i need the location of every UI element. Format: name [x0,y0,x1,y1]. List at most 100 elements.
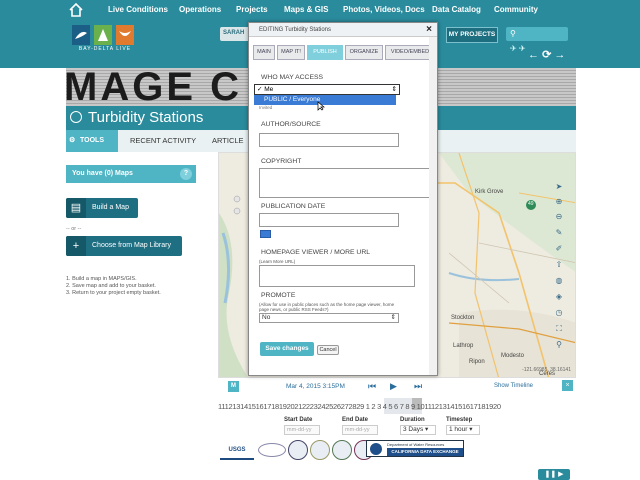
map-label: Stockton [451,315,475,321]
promote-value: No [262,314,271,321]
back-arrow-icon[interactable]: ← [528,49,539,61]
clock-icon[interactable]: ◷ [552,306,566,319]
home-icon[interactable] [68,2,84,18]
header-icons: ← ⟳ → [528,48,565,61]
globe-icon[interactable]: ◍ [552,274,566,287]
nav-live-conditions[interactable]: Live Conditions [108,5,168,14]
search-icon: ⚲ [510,29,516,38]
highway-shield: 49 [528,201,534,207]
calendar-icon[interactable] [260,230,271,238]
chevron-down-icon: ▾ [425,426,429,433]
publication-date-input[interactable] [259,213,399,227]
film-icon: ▤ [66,198,86,218]
playback-button[interactable]: ❚❚ ▶ [538,469,570,480]
map-label: Lathrop [453,343,474,349]
step-3: 3. Return to your project empty basket. [66,290,161,296]
agency-logo[interactable] [258,443,286,457]
dialog-tab-organize[interactable]: ORGANIZE [345,45,383,60]
forward-arrow-icon[interactable]: → [554,49,565,61]
layers-icon[interactable]: ◈ [552,290,566,303]
zoom-in-icon[interactable]: ⊕ [552,195,566,208]
choose-map-label: Choose from Map Library [92,242,171,249]
end-date-input[interactable]: mm-dd-yy [342,425,378,435]
duration-select[interactable]: 3 Days ▾ [400,425,436,435]
map-coordinates: -121.66985, 38.16141 [522,367,571,373]
page-title: Turbidity Stations [88,109,204,126]
start-date-input[interactable]: mm-dd-yy [284,425,320,435]
homepage-url-textarea[interactable] [259,265,415,287]
close-icon[interactable]: × [426,24,432,35]
pointer-icon[interactable]: ➤ [552,180,566,193]
nav-maps-gis[interactable]: Maps & GIS [284,5,328,14]
pause-icon: ❚❚ [544,471,557,478]
tab-article[interactable]: ARTICLE [212,130,244,152]
cdec-logo[interactable]: Department of Water Resources CALIFORNIA… [366,440,464,462]
skip-back-icon[interactable]: ⏮ [368,381,376,392]
usgs-logo[interactable]: USGS [220,440,254,460]
edit-icon[interactable]: ✐ [552,242,566,255]
nav-operations[interactable]: Operations [179,5,221,14]
map-label: Ripon [469,359,485,365]
tab-tools[interactable]: ⚙ TOOLS [66,130,118,152]
play-icon[interactable]: ▶ [390,381,397,392]
show-timeline-link[interactable]: Show Timeline [494,383,533,389]
tab-recent-activity[interactable]: RECENT ACTIVITY [130,130,196,152]
nav-data-catalog[interactable]: Data Catalog [432,5,481,14]
edit-dialog: EDITING Turbidity Stations × MAIN MAP IT… [248,22,438,376]
seal-logo[interactable] [310,440,330,460]
help-icon[interactable]: ? [180,168,192,180]
refresh-icon[interactable]: ⟳ [542,49,551,61]
promote-label: PROMOTE [261,292,296,299]
fullscreen-icon[interactable]: ⛶ [552,322,566,335]
timeline-ticks[interactable]: 11121314151617181920212223242526272829 1… [218,402,572,414]
timeline-mode-button[interactable]: M [228,381,239,392]
choose-map-library-button[interactable]: + Choose from Map Library [66,236,182,256]
access-select[interactable]: ✓ Me ⇕ [254,84,400,95]
skip-forward-icon[interactable]: ⏭ [414,381,422,392]
timestep-select[interactable]: 1 hour ▾ [446,425,480,435]
nav-photos-videos-docs[interactable]: Photos, Videos, Docs [343,5,425,14]
dialog-tab-main[interactable]: MAIN [253,45,275,60]
dialog-tab-publish[interactable]: PUBLISH [307,45,343,60]
site-logo[interactable]: BAY-DELTA LIVE [72,25,138,53]
pencil-icon[interactable]: ✎ [552,226,566,239]
logo-text: BAY-DELTA LIVE [78,46,132,52]
duration-label: Duration [400,417,425,423]
user-name[interactable]: SARAH [220,27,250,41]
upload-icon[interactable]: ⇧ [552,258,566,271]
learn-more-hint: (Learn More URL) [259,259,296,264]
dialog-tab-map-it[interactable]: MAP IT! [277,45,305,60]
dialog-scrollbar[interactable] [429,37,437,375]
zoom-out-icon[interactable]: ⊖ [552,210,566,223]
timeline-date: Mar 4, 2015 3:15PM [286,383,345,390]
play-icon: ▶ [558,471,564,478]
access-option-invited[interactable]: Invited [259,105,272,110]
maps-count: You have (0) Maps [72,170,133,177]
bird-decoration-icon: ✈ ✈ [510,44,526,53]
nav-projects[interactable]: Projects [236,5,268,14]
chevron-down-icon: ▾ [469,426,473,433]
save-changes-button[interactable]: Save changes [260,342,314,356]
nav-community[interactable]: Community [494,5,538,14]
promote-select[interactable]: No ⇕ [259,313,399,323]
dialog-tab-video-embed[interactable]: VIDEO/EMBED [385,45,435,60]
chevron-updown-icon: ⇕ [390,314,396,321]
dwr-logo-icon [370,443,382,455]
access-selected-value: ✓ Me [257,86,274,93]
build-map-button[interactable]: ▤ Build a Map [66,198,138,218]
my-projects-button[interactable]: MY PROJECTS [446,27,498,43]
search-map-icon[interactable]: ⚲ [552,338,566,351]
map-label: Modesto [501,353,525,359]
timeline-close-icon[interactable]: × [562,380,573,391]
copyright-textarea[interactable] [259,168,435,198]
seal-logo[interactable] [332,440,352,460]
start-date-label: Start Date [284,417,313,423]
project-icon [70,111,82,123]
map-label: Kirk Grove [475,189,504,195]
seal-logo[interactable] [288,440,308,460]
timestep-value: 1 hour [449,426,468,433]
author-source-input[interactable] [259,133,399,147]
cancel-button[interactable]: Cancel [317,345,339,355]
search-input[interactable]: ⚲ [506,27,568,41]
access-option-public[interactable]: PUBLIC / Everyone [254,95,396,105]
